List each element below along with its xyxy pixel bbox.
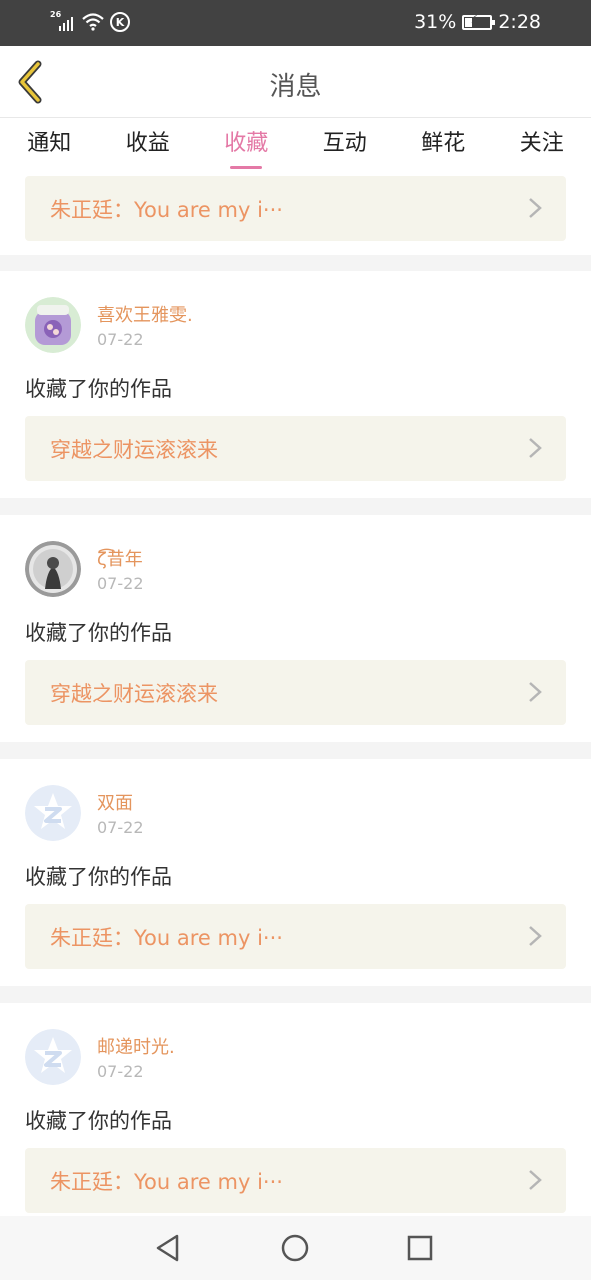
message-feed[interactable]: 朱正廷：You are my i··· 喜欢王雅雯. 07-22 收藏了你的作品 xyxy=(0,172,591,1216)
action-text: 收藏了你的作品 xyxy=(25,1109,172,1133)
battery-charging-icon: ⚡ xyxy=(462,12,496,30)
work-link[interactable]: 朱正廷：You are my i··· xyxy=(25,904,566,969)
clock: 2:28 xyxy=(498,11,541,33)
user-avatar[interactable] xyxy=(25,1029,81,1085)
tab-interaction[interactable]: 互动 xyxy=(296,118,395,172)
work-link[interactable]: 穿越之财运滚滚来 xyxy=(25,416,566,481)
user-row: 喜欢王雅雯. 07-22 xyxy=(25,297,425,353)
favorite-card-partial: 朱正廷：You are my i··· xyxy=(0,172,591,255)
wifi-icon xyxy=(82,13,104,31)
battery-percent: 31% xyxy=(414,11,457,33)
favorite-card: ζ͡昔年 07-22 收藏了你的作品 穿越之财运滚滚来 xyxy=(0,515,591,742)
square-recents-icon[interactable] xyxy=(402,1230,438,1266)
work-link[interactable]: 朱正廷：You are my i··· xyxy=(25,1148,566,1213)
status-bar: 26 K 31% ⚡ 2:28 xyxy=(0,0,591,46)
work-link[interactable]: 穿越之财运滚滚来 xyxy=(25,660,566,725)
username[interactable]: 双面 xyxy=(97,789,133,815)
tab-earnings[interactable]: 收益 xyxy=(99,118,198,172)
user-avatar[interactable] xyxy=(25,785,81,841)
action-text: 收藏了你的作品 xyxy=(25,621,172,645)
work-title: 朱正廷：You are my i··· xyxy=(50,1170,283,1194)
date: 07-22 xyxy=(97,574,144,593)
tab-favorites[interactable]: 收藏 xyxy=(197,118,296,172)
date: 07-22 xyxy=(97,1062,144,1081)
user-row: ζ͡昔年 07-22 xyxy=(25,541,425,597)
user-row: 双面 07-22 xyxy=(25,785,425,841)
chevron-right-icon xyxy=(529,682,542,702)
triangle-back-icon[interactable] xyxy=(150,1230,186,1266)
status-left: 26 K xyxy=(50,11,130,32)
work-link[interactable]: 朱正廷：You are my i··· xyxy=(25,176,566,241)
chevron-right-icon xyxy=(529,926,542,946)
action-text: 收藏了你的作品 xyxy=(25,377,172,401)
favorite-card: 邮递时光. 07-22 收藏了你的作品 朱正廷：You are my i··· xyxy=(0,1003,591,1216)
work-title: 朱正廷：You are my i··· xyxy=(50,198,283,222)
work-title: 朱正廷：You are my i··· xyxy=(50,926,283,950)
username[interactable]: ζ͡昔年 xyxy=(97,545,143,571)
user-avatar[interactable] xyxy=(25,297,81,353)
user-avatar[interactable] xyxy=(25,541,81,597)
action-text: 收藏了你的作品 xyxy=(25,865,172,889)
user-row: 邮递时光. 07-22 xyxy=(25,1029,425,1085)
tab-flowers[interactable]: 鲜花 xyxy=(394,118,493,172)
system-nav-bar xyxy=(0,1216,591,1280)
chevron-right-icon xyxy=(529,198,542,218)
signal-icon: 26 xyxy=(50,11,76,31)
circle-home-icon[interactable] xyxy=(277,1230,313,1266)
work-title: 穿越之财运滚滚来 xyxy=(50,438,218,462)
username[interactable]: 喜欢王雅雯. xyxy=(97,301,193,327)
title-bar: 消息 xyxy=(0,46,591,118)
work-title: 穿越之财运滚滚来 xyxy=(50,682,218,706)
status-right: 31% ⚡ 2:28 xyxy=(414,11,541,33)
tab-follow[interactable]: 关注 xyxy=(493,118,591,172)
tab-bar: 通知 收益 收藏 互动 鲜花 关注 xyxy=(0,118,591,172)
tab-notification[interactable]: 通知 xyxy=(0,118,99,172)
date: 07-22 xyxy=(97,818,144,837)
username[interactable]: 邮递时光. xyxy=(97,1033,175,1059)
favorite-card: 双面 07-22 收藏了你的作品 朱正廷：You are my i··· xyxy=(0,759,591,986)
date: 07-22 xyxy=(97,330,144,349)
favorite-card: 喜欢王雅雯. 07-22 收藏了你的作品 穿越之财运滚滚来 xyxy=(0,271,591,498)
page-title: 消息 xyxy=(269,72,322,102)
k-icon: K xyxy=(110,12,130,32)
chevron-right-icon xyxy=(529,438,542,458)
chevron-right-icon xyxy=(529,1170,542,1190)
